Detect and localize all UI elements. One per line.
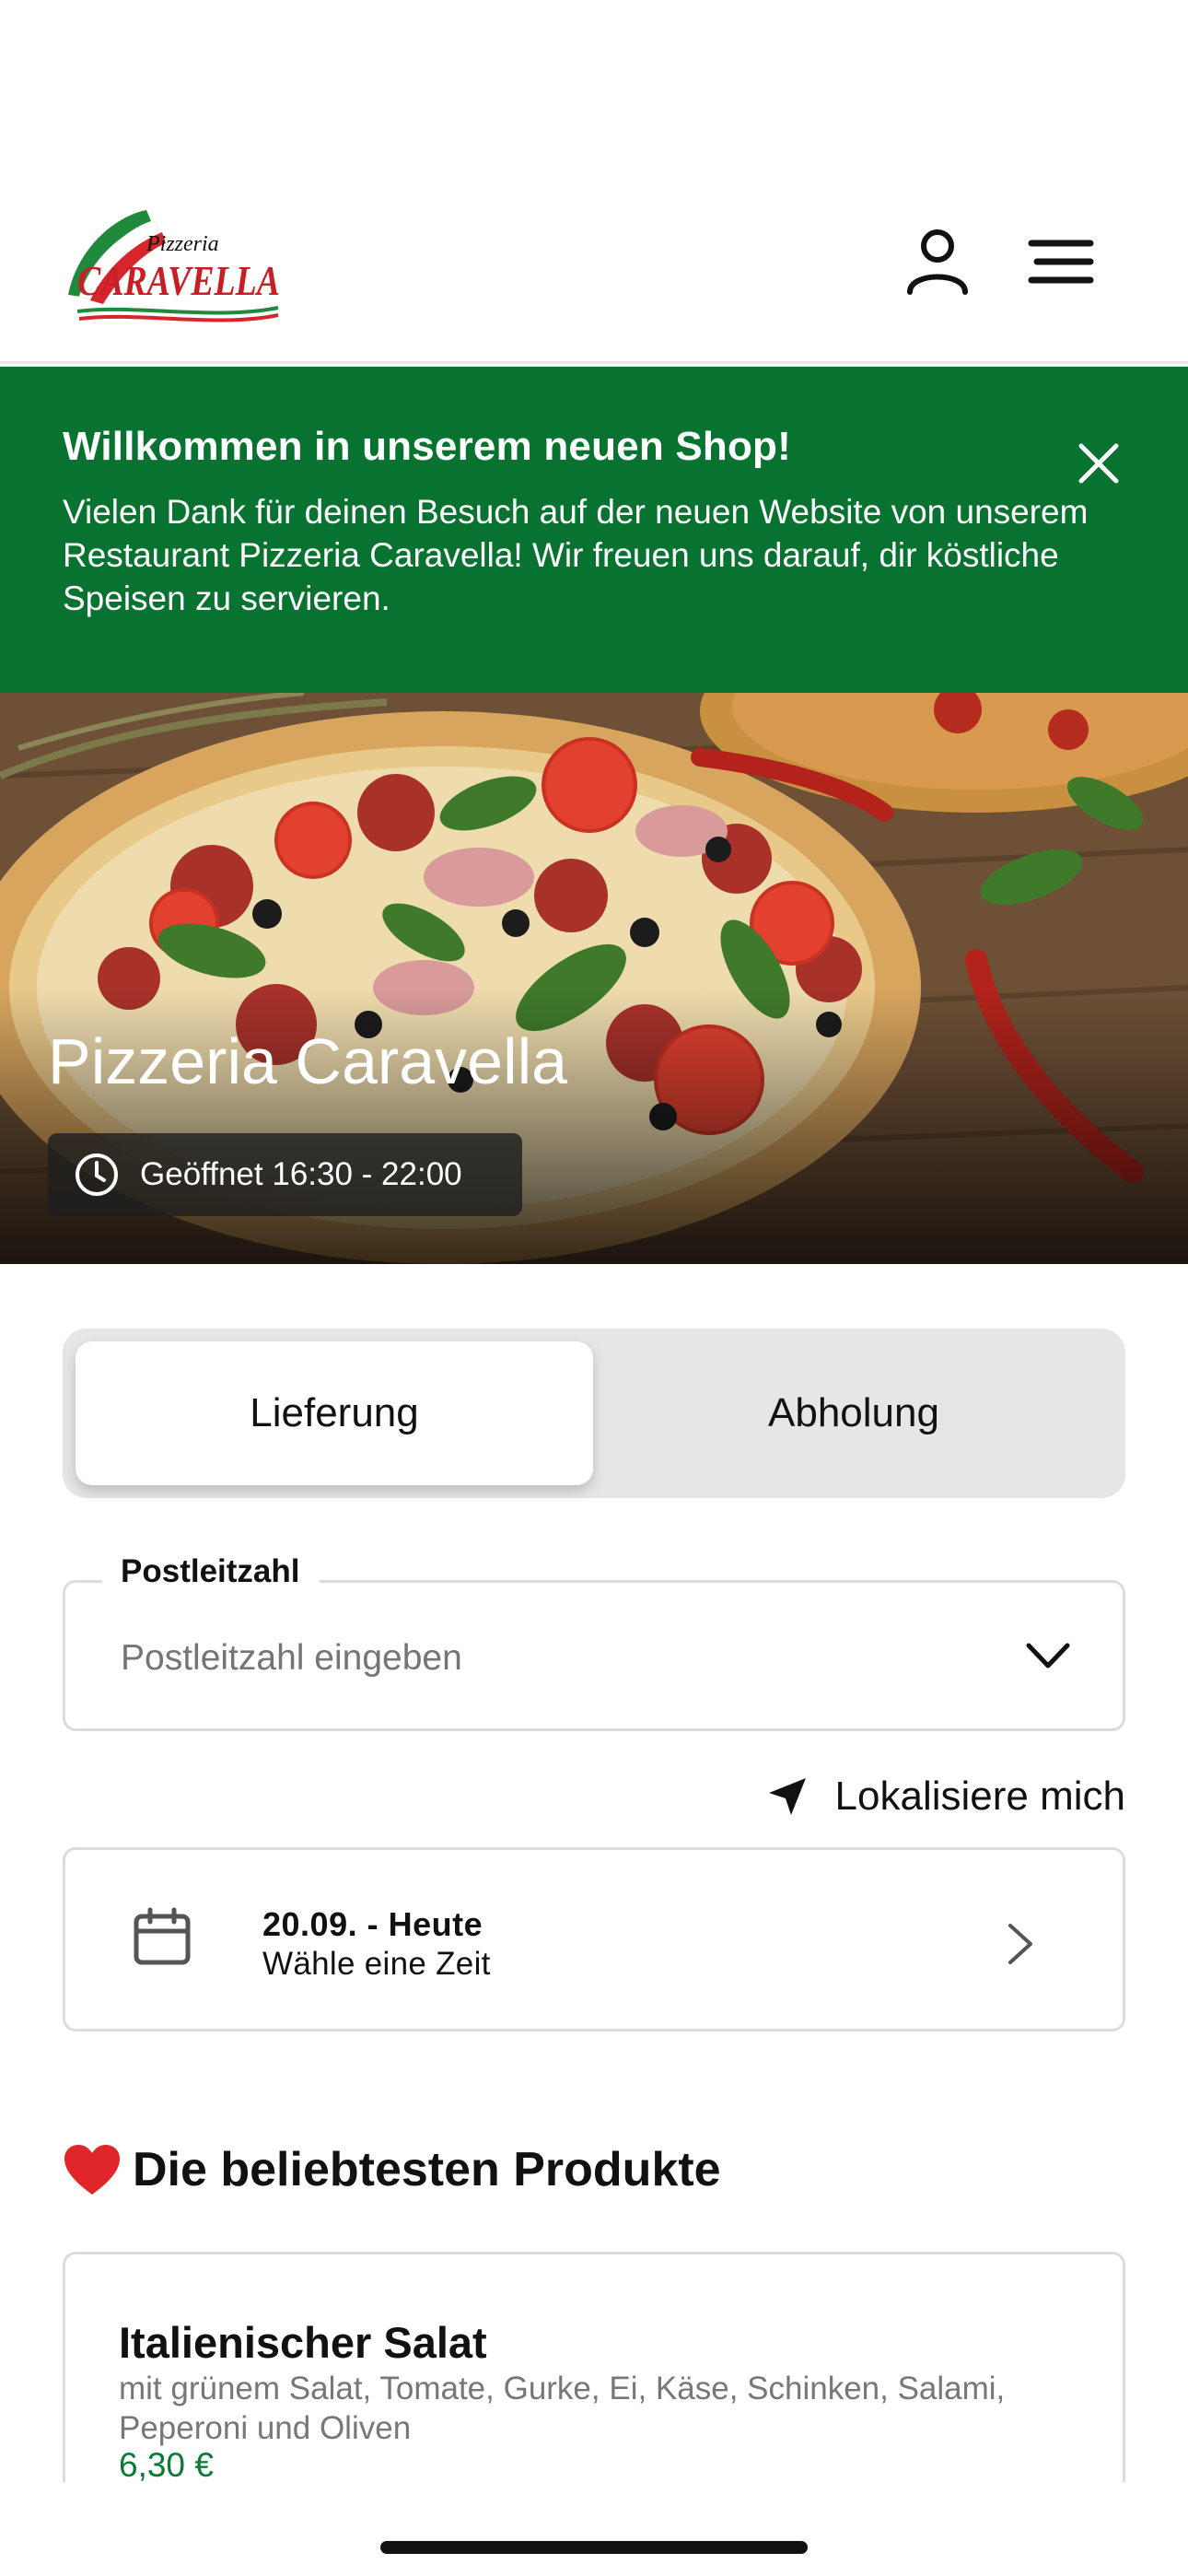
bottom-safe-area bbox=[0, 2482, 1188, 2576]
calendar-icon bbox=[134, 1907, 191, 1965]
opening-hours-badge: Geöffnet 16:30 - 22:00 bbox=[48, 1133, 522, 1216]
postal-code-field[interactable]: Postleitzahl bbox=[63, 1553, 1125, 1731]
chevron-down-icon[interactable] bbox=[1025, 1640, 1071, 1671]
postal-code-input[interactable] bbox=[121, 1638, 949, 1679]
clock-icon bbox=[76, 1153, 118, 1196]
user-icon[interactable] bbox=[903, 226, 973, 296]
welcome-banner: Willkommen in unserem neuen Shop! Vielen… bbox=[0, 367, 1188, 693]
hamburger-menu-icon[interactable] bbox=[1028, 238, 1094, 286]
banner-text: Vielen Dank für deinen Besuch auf der ne… bbox=[63, 493, 1089, 617]
pickup-option[interactable]: Abholung bbox=[595, 1341, 1112, 1485]
product-price: 6,30 € bbox=[119, 2446, 214, 2484]
site-header: Pizzeria CARAVELLA bbox=[0, 184, 1188, 364]
caravella-logo[interactable]: Pizzeria CARAVELLA bbox=[59, 193, 289, 341]
date-title: 20.09. - Heute bbox=[262, 1905, 483, 1943]
postal-code-label: Postleitzahl bbox=[102, 1553, 320, 1590]
status-bar-area bbox=[0, 0, 1188, 184]
popular-products-heading: Die beliebtesten Produkte bbox=[63, 2142, 721, 2197]
popular-products-title: Die beliebtesten Produkte bbox=[133, 2143, 721, 2196]
product-name: Italienischer Salat bbox=[119, 2318, 487, 2367]
chevron-right-icon bbox=[1008, 1924, 1032, 1964]
locate-me-label: Lokalisiere mich bbox=[834, 1774, 1125, 1819]
location-arrow-icon bbox=[768, 1778, 806, 1815]
banner-title: Willkommen in unserem neuen Shop! bbox=[63, 424, 791, 469]
product-description: mit grünem Salat, Tomate, Gurke, Ei, Käs… bbox=[119, 2371, 1006, 2446]
close-icon[interactable] bbox=[1076, 440, 1122, 486]
date-time-picker[interactable]: 20.09. - Heute Wähle eine Zeit bbox=[63, 1847, 1125, 2032]
logo-large-text: CARAVELLA bbox=[77, 257, 280, 304]
logo-small-text: Pizzeria bbox=[146, 232, 219, 256]
opening-hours-text: Geöffnet 16:30 - 22:00 bbox=[140, 1156, 462, 1192]
order-mode-toggle: Lieferung Abholung bbox=[63, 1329, 1125, 1498]
hero-image: Pizzeria Caravella Geöffnet 16:30 - 22:0… bbox=[0, 693, 1188, 1264]
delivery-option[interactable]: Lieferung bbox=[76, 1341, 593, 1485]
heart-icon bbox=[64, 2145, 120, 2195]
home-indicator[interactable] bbox=[380, 2541, 808, 2554]
restaurant-name: Pizzeria Caravella bbox=[48, 1025, 568, 1097]
date-subtitle: Wähle eine Zeit bbox=[262, 1946, 491, 1982]
locate-me-button[interactable]: Lokalisiere mich bbox=[767, 1774, 1125, 1820]
